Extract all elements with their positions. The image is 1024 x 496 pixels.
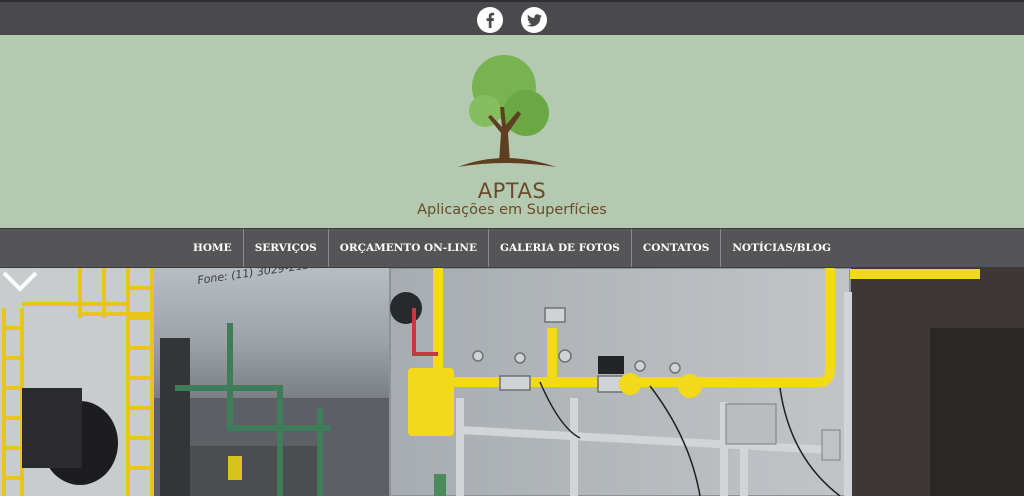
social-bar — [0, 0, 1024, 35]
nav-item-servicos[interactable]: SERVIÇOS — [242, 229, 328, 267]
nav-item-galeria[interactable]: GALERIA DE FOTOS — [488, 229, 631, 267]
industrial-boiler-image: Fone: (11) 3029-2135 — [0, 268, 1024, 496]
twitter-icon[interactable] — [521, 7, 547, 33]
chevron-down-icon[interactable] — [0, 268, 40, 294]
nav-item-contatos[interactable]: CONTATOS — [630, 229, 720, 267]
nav-item-orcamento[interactable]: ORÇAMENTO ON-LINE — [327, 229, 488, 267]
main-navigation: HOME SERVIÇOS ORÇAMENTO ON-LINE GALERIA … — [0, 228, 1024, 268]
facebook-icon[interactable] — [477, 7, 503, 33]
nav-item-home[interactable]: HOME — [182, 229, 243, 267]
logo-subtitle: Aplicações em Superfícies — [417, 202, 607, 218]
tree-logo-graphic — [458, 55, 556, 167]
aptas-logo[interactable]: APTAS Aplicações em Superfícies — [400, 45, 624, 220]
header-banner: APTAS Aplicações em Superfícies — [0, 35, 1024, 228]
hero-photo: Fone: (11) 3029-2135 — [0, 268, 1024, 496]
logo-title: APTAS — [477, 179, 547, 203]
nav-item-noticias[interactable]: NOTÍCIAS/BLOG — [720, 229, 842, 267]
